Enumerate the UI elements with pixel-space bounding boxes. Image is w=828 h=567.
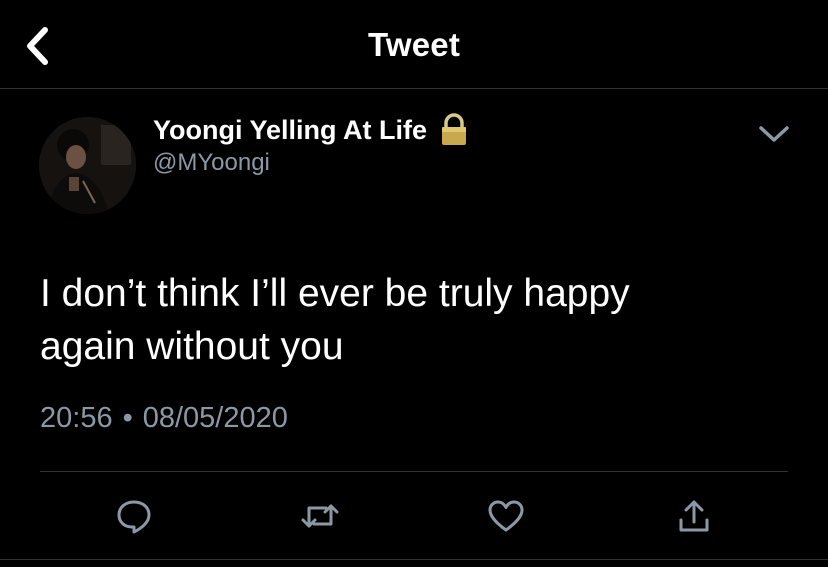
divider bbox=[0, 559, 828, 560]
tweet-timestamp: 20:56 • 08/05/2020 bbox=[40, 402, 288, 435]
heart-icon bbox=[488, 500, 524, 532]
speech-bubble-icon bbox=[117, 500, 151, 534]
page-title: Tweet bbox=[367, 26, 461, 63]
tweet-actions bbox=[0, 494, 828, 538]
header-bar: Tweet bbox=[0, 0, 828, 89]
tweet-date: 08/05/2020 bbox=[142, 402, 288, 434]
author-handle[interactable]: @MYoongi bbox=[153, 149, 270, 177]
like-button[interactable] bbox=[484, 494, 528, 538]
meta-separator: • bbox=[122, 402, 133, 434]
tweet-text-line: I don’t think I’ll ever be truly happy bbox=[40, 272, 630, 315]
avatar-photo bbox=[39, 117, 136, 214]
author-name-text: Yoongi Yelling At Life bbox=[153, 114, 428, 145]
tweet-text-line: again without you bbox=[40, 325, 344, 368]
divider bbox=[40, 471, 788, 472]
lock-icon bbox=[439, 113, 469, 147]
tweet-time: 20:56 bbox=[40, 402, 113, 434]
share-icon bbox=[679, 500, 709, 532]
tweet-body: I don’t think I’ll ever be truly happy a… bbox=[40, 267, 800, 373]
reply-button[interactable] bbox=[112, 494, 156, 538]
avatar[interactable] bbox=[39, 117, 136, 214]
tweet-menu-button[interactable] bbox=[754, 118, 794, 150]
retweet-button[interactable] bbox=[298, 494, 342, 538]
share-button[interactable] bbox=[672, 494, 716, 538]
retweet-icon bbox=[301, 504, 339, 528]
author-display-name[interactable]: Yoongi Yelling At Life bbox=[153, 113, 469, 147]
chevron-down-icon bbox=[759, 126, 789, 142]
